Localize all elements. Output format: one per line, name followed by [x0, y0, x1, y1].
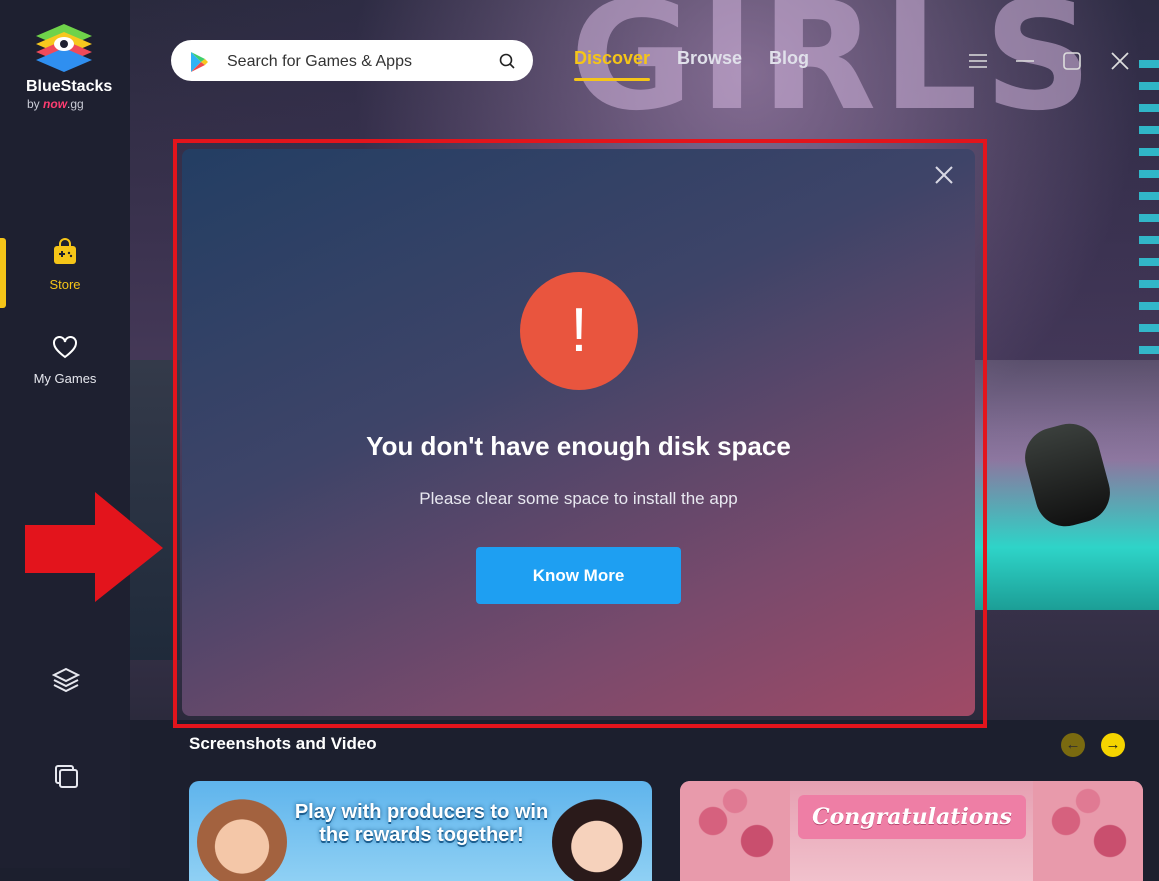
dialog-close-icon[interactable] — [932, 163, 956, 187]
thumbnail-caption: Play with producers to win the rewards t… — [294, 801, 549, 846]
sidebar-item-label: My Games — [33, 371, 97, 386]
screenshot-thumbnail[interactable]: Play with producers to win the rewards t… — [189, 781, 652, 881]
close-icon[interactable] — [1109, 50, 1131, 72]
google-play-icon — [191, 52, 208, 72]
layers-icon[interactable] — [52, 666, 80, 694]
tab-browse[interactable]: Browse — [677, 48, 742, 69]
sidebar: BlueStacks by now.gg Store My Games — [0, 0, 130, 868]
store-bag-icon — [54, 238, 76, 264]
flower-decoration — [1033, 781, 1143, 881]
minimize-icon[interactable] — [1014, 50, 1036, 72]
section-title: Screenshots and Video — [189, 734, 377, 753]
brand-sub-suffix: .gg — [67, 97, 84, 111]
character-image — [197, 797, 287, 881]
screenshot-thumbnail[interactable]: Congratulations — [680, 781, 1143, 881]
thumbnail-caption: Congratulations — [798, 795, 1026, 839]
carousel-next-button[interactable]: → — [1101, 733, 1125, 757]
tab-discover[interactable]: Discover — [574, 48, 651, 81]
dialog-message: Please clear some space to install the a… — [419, 489, 738, 508]
sidebar-item-my-games[interactable]: My Games — [0, 336, 130, 386]
brand-sub-prefix: by — [27, 97, 40, 111]
heart-icon — [53, 336, 77, 359]
dialog-title: You don't have enough disk space — [366, 431, 791, 461]
bluestacks-logo — [36, 24, 92, 72]
flower-decoration — [680, 781, 790, 881]
disk-space-dialog: ! You don't have enough disk space Pleas… — [182, 149, 975, 716]
search-icon[interactable] — [499, 53, 515, 69]
sidebar-item-label: Store — [49, 277, 81, 292]
brand-sub: by now.gg — [27, 97, 84, 111]
brand-name: BlueStacks — [26, 78, 113, 95]
search-input[interactable] — [225, 40, 489, 83]
brand-sub-accent: now — [43, 97, 68, 111]
sidebar-item-store[interactable]: Store — [0, 238, 130, 292]
hero-title: GIRLS — [570, 0, 1099, 144]
hero-neon-lights — [1139, 60, 1159, 360]
carousel-prev-button[interactable]: ← — [1061, 733, 1085, 757]
alert-icon: ! — [520, 272, 638, 390]
multi-instance-icon[interactable] — [52, 762, 80, 790]
know-more-button[interactable]: Know More — [476, 547, 681, 604]
red-arrow-icon — [25, 492, 163, 602]
search-bar[interactable] — [171, 40, 533, 83]
tab-blog[interactable]: Blog — [769, 48, 809, 69]
menu-icon[interactable] — [967, 50, 989, 72]
maximize-icon[interactable] — [1061, 50, 1083, 72]
character-image — [552, 797, 642, 881]
